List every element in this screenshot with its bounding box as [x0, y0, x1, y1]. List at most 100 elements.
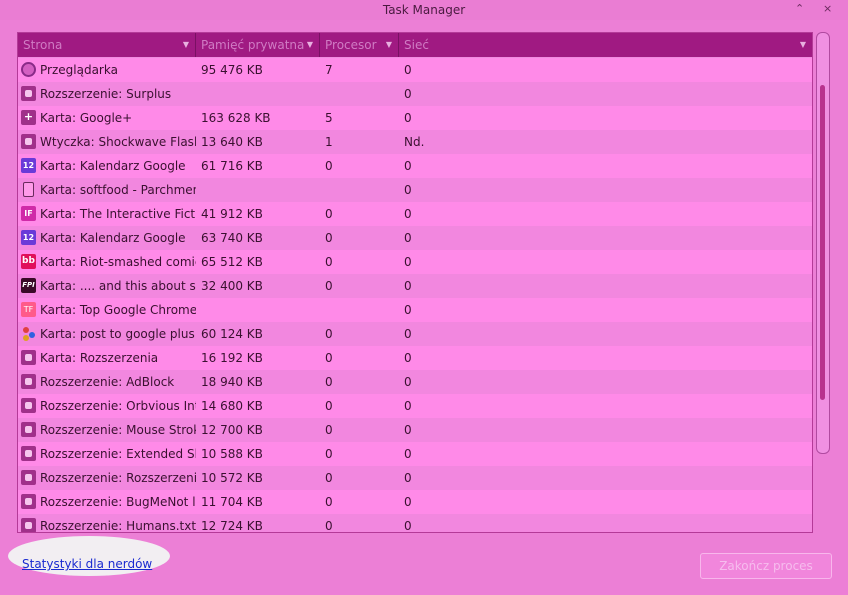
table-row[interactable]: Karta: softfood - Parchment 0 — [18, 178, 812, 202]
minimize-icon[interactable]: ⌃ — [795, 3, 804, 15]
network-cell: 0 — [404, 399, 412, 413]
network-cell: 0 — [404, 111, 412, 125]
network-cell: 0 — [404, 63, 412, 77]
column-header-page[interactable]: Strona ▼ — [18, 33, 196, 57]
network-cell: 0 — [404, 303, 412, 317]
memory-cell: 32 400 KB — [201, 279, 263, 293]
task-name-cell: Rozszerzenie: BugMeNot l — [40, 495, 196, 509]
bb-logo-icon: bb — [21, 254, 36, 269]
google-dots-icon — [21, 326, 36, 341]
table-row[interactable]: Rozszerzenie: BugMeNot l 11 704 KB 0 0 — [18, 490, 812, 514]
table-row[interactable]: TF Karta: Top Google Chrome 0 — [18, 298, 812, 322]
task-name-cell: Wtyczka: Shockwave Flash — [40, 135, 196, 149]
table-row[interactable]: Rozszerzenie: Mouse Stroke 12 700 KB 0 0 — [18, 418, 812, 442]
table-row[interactable]: Rozszerzenie: Rozszerzenia 10 572 KB 0 0 — [18, 466, 812, 490]
network-cell: 0 — [404, 255, 412, 269]
memory-cell: 14 680 KB — [201, 399, 263, 413]
memory-cell: 63 740 KB — [201, 231, 263, 245]
cpu-cell: 7 — [325, 63, 333, 77]
task-name-cell: Rozszerzenie: AdBlock — [40, 375, 175, 389]
task-name-cell: Rozszerzenie: Mouse Stroke — [40, 423, 196, 437]
table-row[interactable]: Rozszerzenie: Extended Sh 10 588 KB 0 0 — [18, 442, 812, 466]
extension-icon — [21, 470, 36, 485]
window-title: Task Manager — [382, 3, 466, 17]
memory-cell: 16 192 KB — [201, 351, 263, 365]
table-row[interactable]: Rozszerzenie: Orbvious Int 14 680 KB 0 0 — [18, 394, 812, 418]
table-row[interactable]: Przeglądarka 95 476 KB 7 0 — [18, 58, 812, 82]
cpu-cell: 0 — [325, 375, 333, 389]
column-header-label: Strona — [23, 38, 63, 52]
column-header-label: Sieć — [404, 38, 429, 52]
document-icon — [23, 182, 34, 197]
table-row[interactable]: bb Karta: Riot-smashed comic 65 512 KB 0 0 — [18, 250, 812, 274]
network-cell: 0 — [404, 87, 412, 101]
scrollbar-thumb[interactable] — [820, 85, 825, 400]
extension-icon — [21, 350, 36, 365]
stats-for-nerds-link[interactable]: Statystyki dla nerdów — [22, 557, 152, 571]
memory-cell: 10 572 KB — [201, 471, 263, 485]
memory-cell: 12 700 KB — [201, 423, 263, 437]
google-plus-icon: + — [21, 110, 36, 125]
if-logo-icon: IF — [21, 206, 36, 221]
extension-icon — [21, 518, 36, 532]
table-row[interactable]: FPI Karta: .... and this about su 32 400 K… — [18, 274, 812, 298]
table-row[interactable]: Karta: post to google plus 60 124 KB 0 0 — [18, 322, 812, 346]
cpu-cell — [325, 298, 395, 322]
network-cell: 0 — [404, 447, 412, 461]
table-row[interactable]: Rozszerzenie: Surplus 0 — [18, 82, 812, 106]
calendar-icon: 12 — [21, 230, 36, 245]
memory-cell: 95 476 KB — [201, 63, 263, 77]
cpu-cell: 0 — [325, 399, 333, 413]
memory-cell: 163 628 KB — [201, 111, 271, 125]
vertical-scrollbar[interactable] — [816, 32, 830, 454]
network-cell: 0 — [404, 159, 412, 173]
memory-cell — [201, 82, 316, 106]
task-name-cell: Karta: softfood - Parchment — [40, 183, 196, 197]
cpu-cell — [325, 178, 395, 202]
network-cell: 0 — [404, 279, 412, 293]
task-name-cell: Karta: Top Google Chrome — [40, 303, 196, 317]
column-header-label: Procesor — [325, 38, 377, 52]
table-row[interactable]: Rozszerzenie: Humans.txt 12 724 KB 0 0 — [18, 514, 812, 533]
memory-cell: 60 124 KB — [201, 327, 263, 341]
memory-cell: 12 724 KB — [201, 519, 263, 533]
network-cell: 0 — [404, 351, 412, 365]
extension-icon — [21, 494, 36, 509]
task-name-cell: Rozszerzenie: Extended Sh — [40, 447, 196, 461]
network-cell: 0 — [404, 327, 412, 341]
table-row[interactable]: Karta: Rozszerzenia 16 192 KB 0 0 — [18, 346, 812, 370]
network-cell: Nd. — [404, 135, 425, 149]
task-name-cell: Rozszerzenie: Surplus — [40, 87, 172, 101]
task-name-cell: Karta: Kalendarz Google — [40, 231, 186, 245]
table-row[interactable]: 12 Karta: Kalendarz Google 61 716 KB 0 0 — [18, 154, 812, 178]
column-header-network[interactable]: Sieć ▼ — [399, 33, 812, 57]
extension-icon — [21, 374, 36, 389]
sort-arrow-icon: ▼ — [385, 40, 392, 49]
table-row[interactable]: Rozszerzenie: AdBlock 18 940 KB 0 0 — [18, 370, 812, 394]
memory-cell: 10 588 KB — [201, 447, 263, 461]
network-cell: 0 — [404, 207, 412, 221]
memory-cell: 65 512 KB — [201, 255, 263, 269]
extension-icon — [21, 422, 36, 437]
extension-icon — [21, 398, 36, 413]
cpu-cell: 0 — [325, 471, 333, 485]
table-row[interactable]: IF Karta: The Interactive Fiction 41 912 K… — [18, 202, 812, 226]
memory-cell: 18 940 KB — [201, 375, 263, 389]
task-name-cell: Karta: Riot-smashed comic — [40, 255, 196, 269]
extension-icon — [21, 134, 36, 149]
memory-cell: 61 716 KB — [201, 159, 263, 173]
column-header-memory[interactable]: Pamięć prywatna ▼ — [196, 33, 320, 57]
column-header-cpu[interactable]: Procesor ▼ — [320, 33, 399, 57]
network-cell: 0 — [404, 495, 412, 509]
memory-cell — [201, 178, 316, 202]
table-row[interactable]: 12 Karta: Kalendarz Google 63 740 KB 0 0 — [18, 226, 812, 250]
table-row[interactable]: Wtyczka: Shockwave Flash 13 640 KB 1 Nd. — [18, 130, 812, 154]
table-row[interactable]: + Karta: Google+ 163 628 KB 5 0 — [18, 106, 812, 130]
cpu-cell — [325, 82, 395, 106]
end-process-button[interactable]: Zakończ proces — [700, 553, 832, 579]
extension-icon — [21, 446, 36, 461]
close-icon[interactable]: × — [823, 3, 832, 15]
table-header: Strona ▼ Pamięć prywatna ▼ Procesor ▼ Sieć ▼ — [18, 33, 812, 57]
process-table: Strona ▼ Pamięć prywatna ▼ Procesor ▼ Sieć ▼… — [17, 32, 813, 533]
memory-cell: 13 640 KB — [201, 135, 263, 149]
